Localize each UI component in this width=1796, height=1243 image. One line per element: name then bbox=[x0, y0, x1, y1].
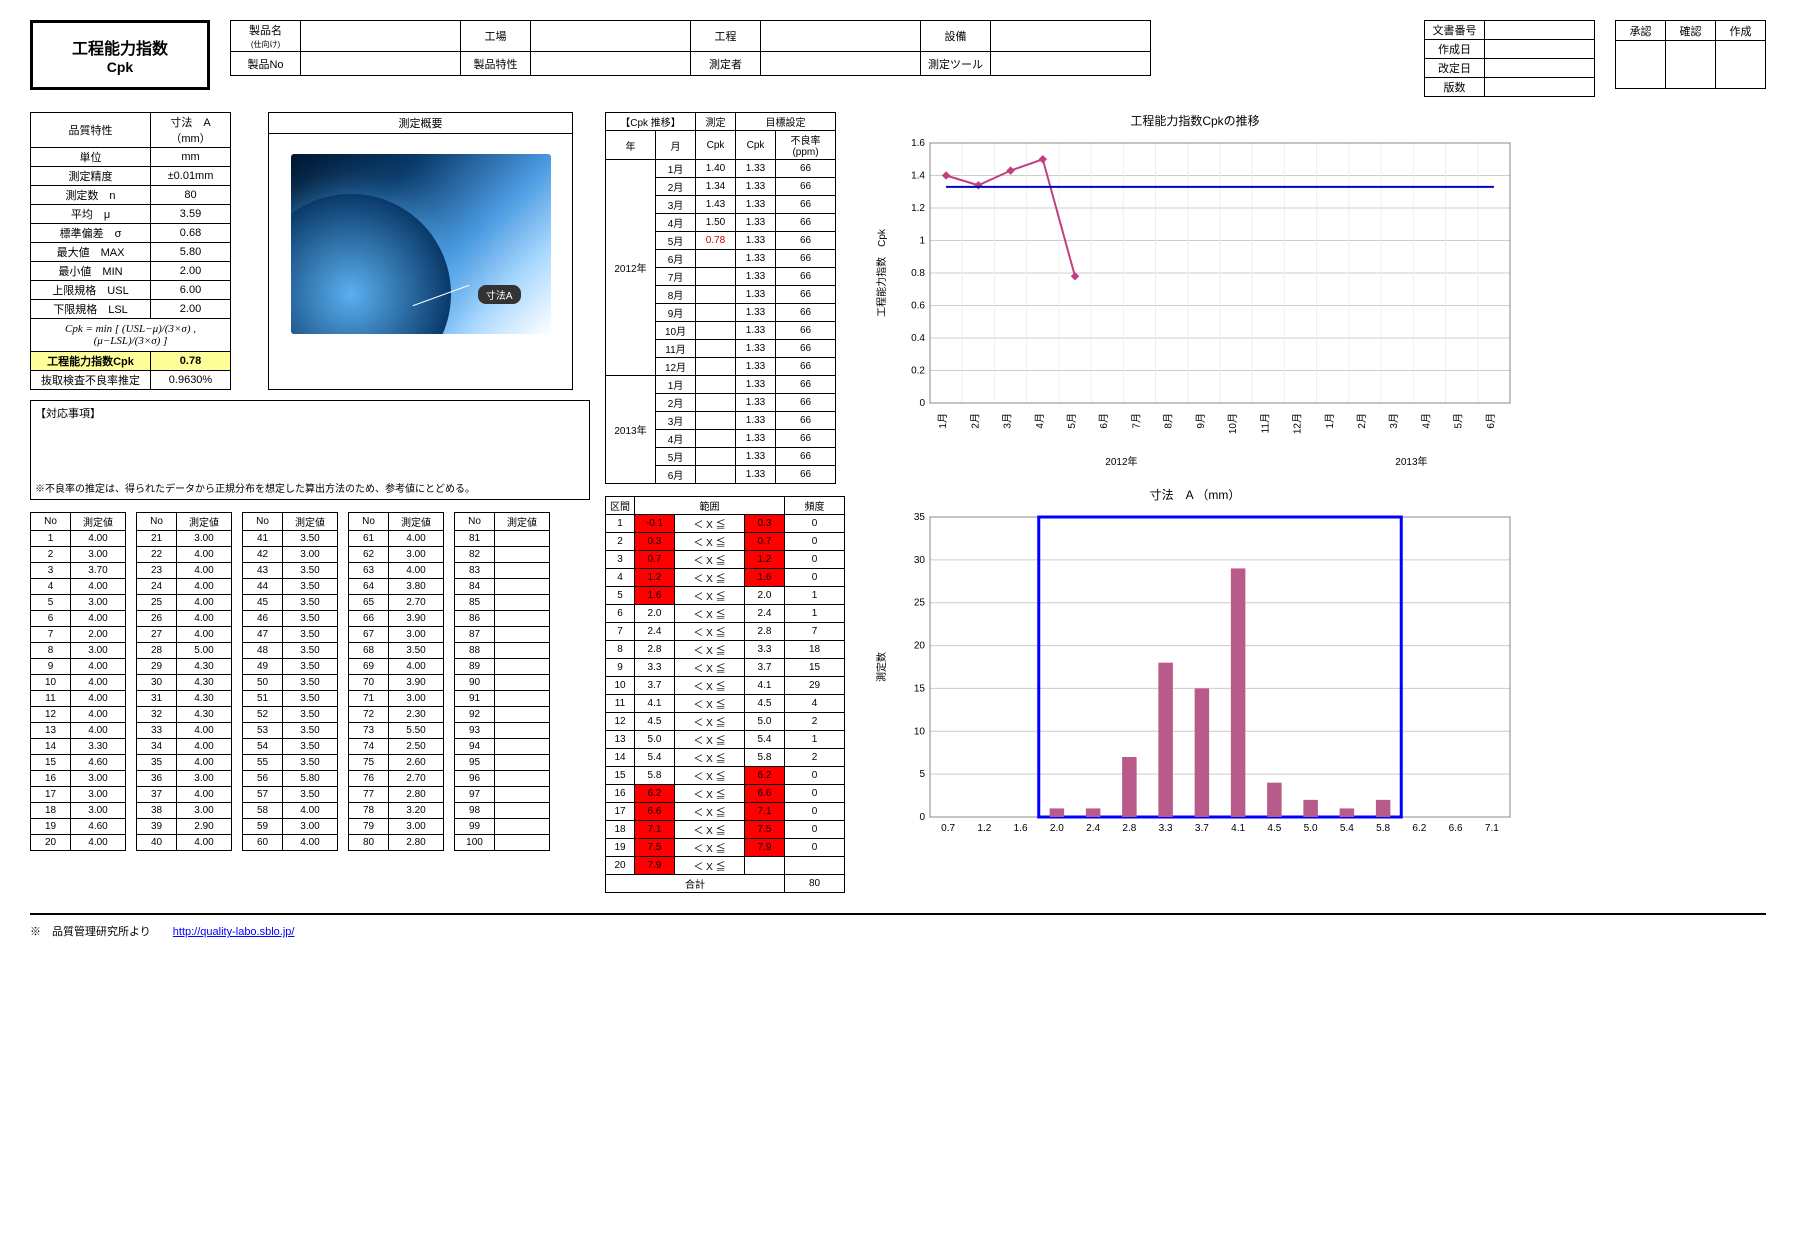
svg-text:20: 20 bbox=[914, 641, 926, 652]
svg-text:2.4: 2.4 bbox=[1086, 823, 1100, 834]
measurement-image-box: 測定概要 寸法A bbox=[268, 112, 573, 390]
svg-text:12月: 12月 bbox=[1292, 413, 1304, 434]
histogram-table: 区間範囲頻度1-0.1＜ X ≦0.3020.3＜ X ≦0.7030.7＜ X… bbox=[605, 496, 845, 893]
svg-text:11月: 11月 bbox=[1259, 413, 1271, 433]
svg-text:0.6: 0.6 bbox=[911, 301, 925, 312]
source-link[interactable]: http://quality-labo.sblo.jp/ bbox=[173, 926, 295, 938]
svg-text:7月: 7月 bbox=[1130, 413, 1142, 429]
cpk-trend-table: 【Cpk 推移】測定目標設定年月CpkCpk不良率(ppm)2012年1月1.4… bbox=[605, 112, 836, 484]
svg-text:0: 0 bbox=[919, 812, 925, 823]
svg-text:5: 5 bbox=[919, 769, 925, 780]
svg-text:35: 35 bbox=[914, 512, 926, 523]
measurement-tables: No測定値14.0023.0033.7044.0053.0064.0072.00… bbox=[30, 512, 590, 851]
svg-text:4.1: 4.1 bbox=[1231, 823, 1245, 834]
svg-text:30: 30 bbox=[914, 555, 926, 566]
svg-text:1: 1 bbox=[919, 236, 925, 247]
svg-text:15: 15 bbox=[914, 683, 926, 694]
svg-text:2月: 2月 bbox=[969, 413, 981, 429]
svg-text:2月: 2月 bbox=[1356, 413, 1368, 429]
svg-text:2.0: 2.0 bbox=[1050, 823, 1064, 834]
svg-text:0: 0 bbox=[919, 398, 925, 409]
approval-stamps: 承認確認作成 bbox=[1615, 20, 1766, 89]
svg-text:3月: 3月 bbox=[1002, 413, 1014, 429]
footer: ※ 品質管理研究所より http://quality-labo.sblo.jp/ bbox=[30, 913, 1766, 939]
doc-meta-table: 文書番号 作成日 改定日 版数 bbox=[1424, 20, 1595, 97]
svg-text:5.4: 5.4 bbox=[1340, 823, 1354, 834]
line-chart: 工程能力指数Cpkの推移 00.20.40.60.811.21.41.61月2月… bbox=[870, 112, 1520, 476]
stats-table: 品質特性寸法 A （mm） 単位mm 測定精度±0.01mm 測定数 n80 平… bbox=[30, 112, 231, 390]
cpk-formula: Cpk = min [ (USL−μ)/(3×σ) , (μ−LSL)/(3×σ… bbox=[31, 319, 231, 352]
svg-text:3月: 3月 bbox=[1388, 413, 1400, 429]
bar-chart: 寸法 A （mm） 051015202530350.71.21.62.02.42… bbox=[870, 486, 1520, 850]
svg-text:1.2: 1.2 bbox=[911, 203, 925, 214]
svg-text:2013年: 2013年 bbox=[1395, 455, 1427, 468]
svg-text:5.8: 5.8 bbox=[1376, 823, 1390, 834]
svg-text:10月: 10月 bbox=[1227, 413, 1239, 434]
svg-text:6.2: 6.2 bbox=[1412, 823, 1426, 834]
svg-text:0.2: 0.2 bbox=[911, 366, 925, 377]
svg-text:5月: 5月 bbox=[1066, 413, 1078, 429]
svg-text:0.8: 0.8 bbox=[911, 268, 925, 279]
svg-text:1.4: 1.4 bbox=[911, 171, 925, 182]
svg-text:0.4: 0.4 bbox=[911, 333, 925, 344]
svg-text:4月: 4月 bbox=[1034, 413, 1046, 429]
svg-text:1月: 1月 bbox=[1324, 413, 1336, 429]
svg-text:3.3: 3.3 bbox=[1159, 823, 1173, 834]
svg-text:2012年: 2012年 bbox=[1105, 455, 1137, 468]
svg-text:6月: 6月 bbox=[1098, 413, 1110, 429]
svg-text:1.6: 1.6 bbox=[1014, 823, 1028, 834]
doc-title: 工程能力指数 Cpk bbox=[30, 20, 210, 90]
svg-text:9月: 9月 bbox=[1195, 413, 1207, 429]
svg-text:25: 25 bbox=[914, 598, 926, 609]
svg-text:1.2: 1.2 bbox=[977, 823, 991, 834]
svg-text:測定数: 測定数 bbox=[875, 652, 888, 682]
svg-text:4月: 4月 bbox=[1420, 413, 1432, 429]
svg-text:1月: 1月 bbox=[937, 413, 949, 429]
svg-text:5.0: 5.0 bbox=[1304, 823, 1318, 834]
svg-text:6月: 6月 bbox=[1485, 413, 1497, 429]
svg-text:0.7: 0.7 bbox=[941, 823, 955, 834]
svg-text:4.5: 4.5 bbox=[1267, 823, 1281, 834]
svg-text:5月: 5月 bbox=[1453, 413, 1465, 429]
svg-text:8月: 8月 bbox=[1163, 413, 1175, 429]
svg-text:7.1: 7.1 bbox=[1485, 823, 1499, 834]
svg-text:2.8: 2.8 bbox=[1122, 823, 1136, 834]
notes-box: 【対応事項】 ※不良率の推定は、得られたデータから正規分布を想定した算出方法のた… bbox=[30, 400, 590, 500]
svg-text:10: 10 bbox=[914, 726, 926, 737]
product-info-table: 製品名(仕向け) 工場 工程 設備 製品No 製品特性 測定者 測定ツール bbox=[230, 20, 1151, 76]
svg-text:1.6: 1.6 bbox=[911, 138, 925, 149]
svg-text:工程能力指数 Cpk: 工程能力指数 Cpk bbox=[875, 228, 888, 317]
svg-text:3.7: 3.7 bbox=[1195, 823, 1209, 834]
svg-text:6.6: 6.6 bbox=[1449, 823, 1463, 834]
gear-image: 寸法A bbox=[291, 154, 551, 334]
